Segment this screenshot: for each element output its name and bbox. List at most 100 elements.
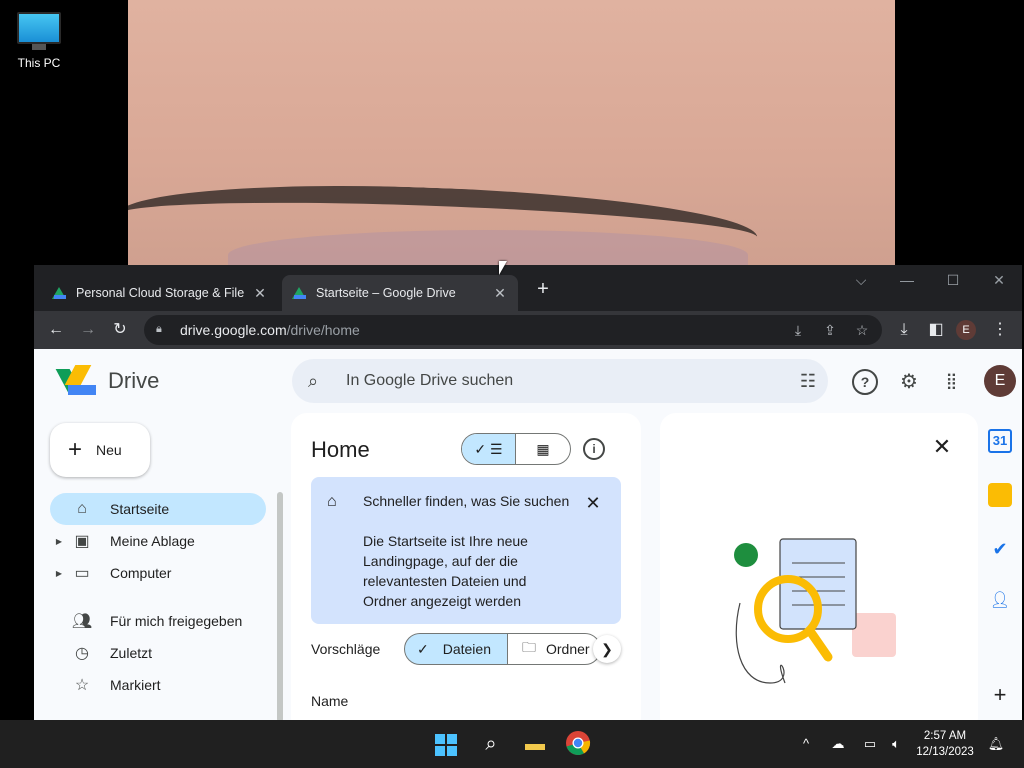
chevron-right-icon[interactable]: ❯ [593,635,621,663]
back-arrow-icon[interactable]: ← [44,318,68,342]
banner-body: Die Startseite ist Ihre neue Landingpage… [363,533,528,609]
minimize-button[interactable]: — [884,269,930,291]
drive-app-name: Drive [108,368,160,393]
check-icon: ✓ [474,440,487,457]
search-options-icon[interactable]: ☷ [788,371,828,392]
add-app-icon[interactable]: + [988,683,1012,707]
sidebar-item-label: Zuletzt [110,645,153,661]
url-host: drive.google.com [180,322,287,338]
sidebar-item-computer[interactable]: ▶ ▭ Computer [50,557,266,589]
video-window [128,0,895,266]
close-window-button[interactable]: ✕ [976,269,1022,291]
tab-close-icon[interactable]: ✕ [252,285,268,302]
expand-caret-icon[interactable]: ▶ [50,569,62,578]
sidebar-item-zuletzt[interactable]: ◷ Zuletzt [50,637,266,669]
shared-icon: 👥︎ [71,613,93,630]
address-bar[interactable]: 🔒︎ drive.google.com/drive/home ⤓ ⇪ ☆ [144,315,882,345]
new-button-label: Neu [96,442,122,458]
tab-close-icon[interactable]: ✕ [492,285,508,302]
home-icon: ⌂ [327,493,337,510]
drive-logo[interactable]: Drive [55,365,160,397]
menu-kebab-icon[interactable]: ⋮ [988,318,1012,342]
install-app-icon[interactable]: ⤓ [786,318,810,342]
help-icon[interactable]: ? [852,369,878,395]
side-panel-icon[interactable]: ◧ [924,318,948,342]
tab-search-button[interactable]: ⌵ [838,269,884,291]
search-input[interactable]: In Google Drive suchen [346,372,788,390]
keep-icon[interactable] [988,483,1012,507]
sidebar-item-markiert[interactable]: ☆ Markiert [50,669,266,701]
chevron-up-icon[interactable]: ^ [796,735,816,753]
drive-favicon-icon [52,287,66,299]
files-filter-chip[interactable]: ✓ Dateien [404,633,508,665]
windows-start-icon[interactable] [432,730,460,758]
browser-toolbar: ← → ↻ 🔒︎ drive.google.com/drive/home ⤓ ⇪… [34,311,1022,349]
new-button[interactable]: + Neu [50,423,150,477]
view-toggle[interactable]: ✓ ☰ ▦ [461,433,571,465]
share-icon[interactable]: ⇪ [818,318,842,342]
computer-icon: ▭ [74,565,90,582]
bookmark-star-icon[interactable]: ☆ [850,318,874,342]
mouse-cursor [499,261,507,275]
maximize-button[interactable]: ☐ [930,269,976,291]
sidebar-item-label: Startseite [110,501,170,517]
forward-arrow-icon[interactable]: → [76,318,100,342]
chrome-icon[interactable] [564,730,592,758]
search-icon[interactable]: ⌕ [308,371,332,392]
check-icon: ✓ [417,640,429,657]
my-drive-icon: ▣ [74,533,90,550]
profile-avatar[interactable]: E [956,320,976,340]
expand-caret-icon[interactable]: ▶ [50,537,62,546]
info-banner: ⌂ Schneller finden, was Sie suchen Die S… [311,477,621,624]
tab-personal-cloud[interactable]: Personal Cloud Storage & File Sh ✕ [42,275,278,311]
close-icon[interactable]: ✕ [928,433,956,461]
recent-icon: ◷ [75,645,89,662]
grid-view-button[interactable]: ▦ [516,434,570,464]
grid-icon: ▦ [536,440,550,457]
onedrive-icon[interactable]: ☁ [828,735,848,753]
list-view-button[interactable]: ✓ ☰ [462,434,517,464]
drive-favicon-icon [292,287,306,299]
side-apps-panel: 31 ✔ 👤︎ + [978,413,1022,720]
this-pc-shortcut[interactable]: This PC [8,8,70,70]
tab-startseite[interactable]: Startseite – Google Drive ✕ [282,275,518,311]
sidebar-item-label: Computer [110,565,172,581]
drive-page: Drive ⌕ In Google Drive suchen ☷ ? ⚙ ⣿ E… [34,349,1022,720]
new-tab-button[interactable]: + [533,279,553,299]
sidebar-scrollbar[interactable] [277,492,283,720]
sidebar-item-startseite[interactable]: ⌂ Startseite [50,493,266,525]
lock-icon: 🔒︎ [156,323,162,335]
home-panel: Home ✓ ☰ ▦ i ⌂ Schneller finden, was Sie… [291,413,641,720]
banner-close-icon[interactable]: ✕ [581,491,605,515]
suggestions-label: Vorschläge [311,641,381,657]
plus-icon: + [68,436,83,463]
column-header-name[interactable]: Name [311,693,348,709]
network-icon[interactable]: ▭ [860,735,880,753]
calendar-icon[interactable]: 31 [988,429,1012,453]
folders-filter-chip[interactable]: 🗀︎ Ordner [507,633,601,665]
url-path: /drive/home [286,322,360,338]
settings-gear-icon[interactable]: ⚙ [896,369,922,395]
notification-bell-icon[interactable]: 🔔︎ [986,735,1006,753]
contacts-icon[interactable]: 👤︎ [988,589,1012,613]
tab-strip: Personal Cloud Storage & File Sh ✕ Start… [34,265,1022,311]
chip-label: Dateien [442,641,491,657]
monitor-icon [17,12,61,50]
reload-icon[interactable]: ↻ [108,318,132,342]
account-avatar[interactable]: E [984,365,1016,397]
search-icon[interactable]: ⌕ [477,730,505,758]
list-icon: ☰ [490,440,503,457]
volume-icon[interactable]: 🔈︎ [886,735,906,753]
downloads-icon[interactable]: ⤓ [892,318,916,342]
sidebar-item-shared[interactable]: 👥︎ Für mich freigegeben [50,605,266,637]
details-panel: ✕ [660,413,978,720]
sidebar-item-meine-ablage[interactable]: ▶ ▣ Meine Ablage [50,525,266,557]
tasks-icon[interactable]: ✔ [988,537,1012,561]
info-icon[interactable]: i [583,438,605,460]
star-icon: ☆ [74,677,90,694]
banner-title: Schneller finden, was Sie suchen [363,493,570,509]
search-bar[interactable]: ⌕ In Google Drive suchen ☷ [292,359,828,403]
file-explorer-icon[interactable]: ▬ [521,730,549,758]
clock[interactable]: 2:57 AM 12/13/2023 [912,728,978,760]
apps-grid-icon[interactable]: ⣿ [938,369,964,395]
